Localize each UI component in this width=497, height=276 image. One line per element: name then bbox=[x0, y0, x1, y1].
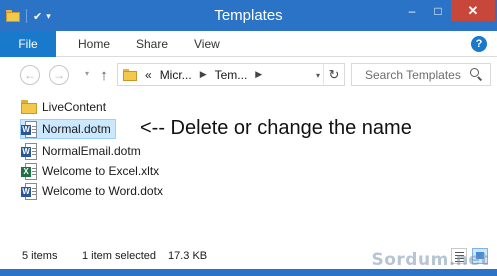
watermark: Sordum.net bbox=[371, 250, 489, 270]
forward-button[interactable]: → bbox=[49, 65, 69, 85]
window-bottom-border bbox=[0, 269, 497, 276]
explorer-window: ✔ ▾ Templates – □ ✕ File Home Share View… bbox=[0, 0, 497, 276]
folder-icon bbox=[21, 100, 37, 114]
breadcrumb-item-templates[interactable]: Tem... bbox=[215, 68, 248, 82]
file-name: LiveContent bbox=[42, 100, 107, 114]
tab-share[interactable]: Share bbox=[136, 31, 168, 57]
navigation-bar: ← → ▾ ↑ « Micr... ▶ Tem... ▶ ▾ ↻ Search … bbox=[0, 57, 497, 90]
search-input[interactable]: Search Templates bbox=[351, 63, 491, 86]
excel-template-icon: X bbox=[21, 162, 37, 180]
annotation-text: <-- Delete or change the name bbox=[140, 117, 412, 139]
title-bar: ✔ ▾ Templates – □ ✕ bbox=[0, 0, 497, 31]
maximize-button[interactable]: □ bbox=[425, 0, 451, 21]
list-item[interactable]: W Welcome to Word.dotx bbox=[21, 181, 167, 201]
minimize-button[interactable]: – bbox=[399, 0, 425, 21]
breadcrumb-item-microsoft[interactable]: Micr... bbox=[160, 68, 192, 82]
list-item[interactable]: W NormalEmail.dotm bbox=[21, 141, 145, 161]
breadcrumb-chevron-icon[interactable]: ▶ bbox=[255, 69, 262, 80]
folder-icon bbox=[123, 68, 137, 81]
word-template-icon: W bbox=[21, 182, 37, 200]
breadcrumb-overflow[interactable]: « bbox=[145, 68, 152, 82]
window-controls: – □ ✕ bbox=[399, 0, 495, 21]
search-icon[interactable] bbox=[470, 67, 484, 82]
file-name: Welcome to Excel.xltx bbox=[42, 164, 160, 178]
file-list: LiveContent W Normal.dotm W NormalEmail.… bbox=[0, 90, 497, 243]
close-button[interactable]: ✕ bbox=[451, 0, 495, 21]
word-template-icon: W bbox=[21, 142, 37, 160]
status-size: 17.3 KB bbox=[168, 250, 208, 262]
tab-home[interactable]: Home bbox=[78, 31, 110, 57]
ribbon-tabs: File Home Share View ? bbox=[0, 31, 497, 57]
recent-locations-dropdown-icon[interactable]: ▾ bbox=[85, 69, 89, 78]
file-name: NormalEmail.dotm bbox=[42, 144, 141, 158]
search-placeholder: Search Templates bbox=[365, 67, 461, 82]
address-bar[interactable]: « Micr... ▶ Tem... ▶ ▾ ↻ bbox=[117, 63, 345, 86]
word-template-icon: W bbox=[21, 120, 37, 138]
address-dropdown-icon[interactable]: ▾ bbox=[316, 71, 320, 80]
status-selection: 1 item selected bbox=[82, 250, 156, 262]
file-name: Welcome to Word.dotx bbox=[42, 184, 163, 198]
list-item-selected[interactable]: W Normal.dotm bbox=[20, 119, 116, 139]
help-icon[interactable]: ? bbox=[471, 36, 487, 52]
up-button[interactable]: ↑ bbox=[97, 65, 111, 85]
tab-view[interactable]: View bbox=[194, 31, 220, 57]
breadcrumb-chevron-icon[interactable]: ▶ bbox=[200, 69, 207, 80]
status-item-count: 5 items bbox=[22, 250, 58, 262]
tab-file[interactable]: File bbox=[0, 31, 56, 57]
refresh-button[interactable]: ↻ bbox=[323, 64, 344, 85]
file-name: Normal.dotm bbox=[42, 122, 111, 136]
back-button[interactable]: ← bbox=[20, 65, 40, 85]
list-item[interactable]: X Welcome to Excel.xltx bbox=[21, 161, 163, 181]
list-item[interactable]: LiveContent bbox=[21, 97, 110, 117]
